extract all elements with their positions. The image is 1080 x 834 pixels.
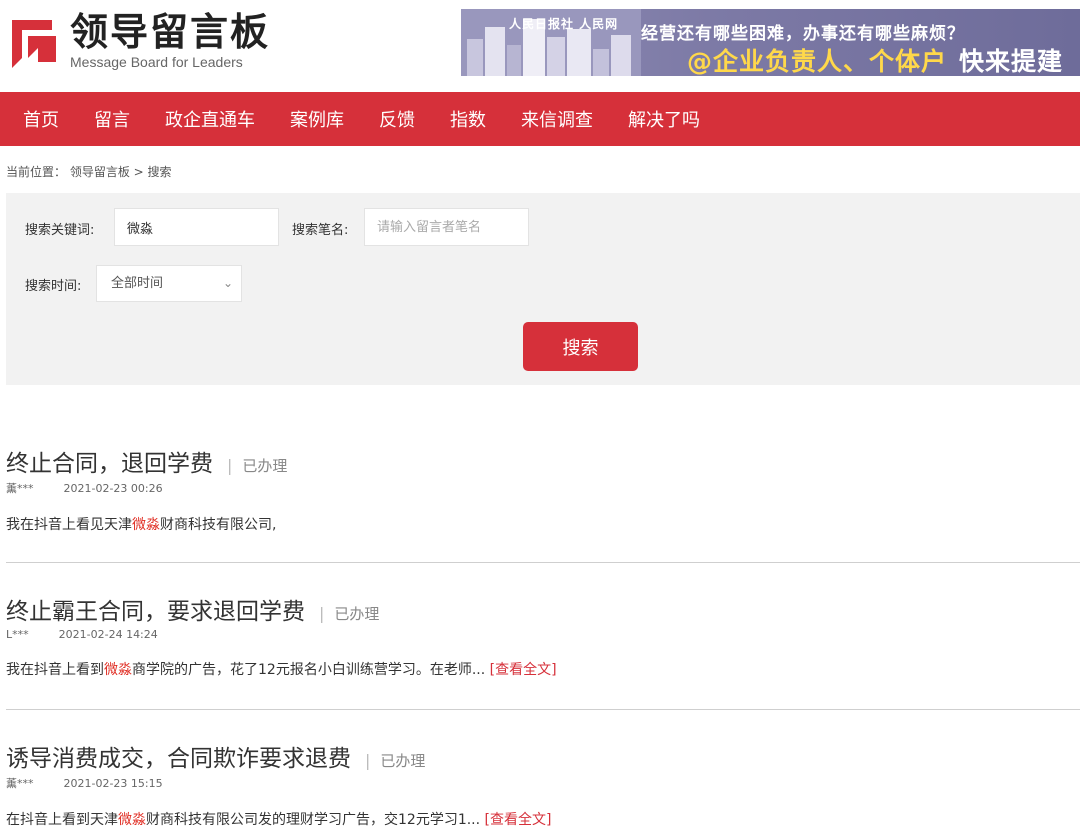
title-separator: | xyxy=(365,751,371,770)
excerpt-text: 在抖音上看到天津 xyxy=(6,812,118,828)
nav-item-survey[interactable]: 来信调查 xyxy=(521,106,593,132)
banner-cta: @企业负责人、个体户快来提建议 xyxy=(687,42,1080,76)
result-item: 终止霸王合同，要求退回学费 | 已办理 L*** 2021-02-24 14:24 我… xyxy=(6,592,1080,679)
site-logo[interactable]: 领导留言板 Message Board for Leaders xyxy=(8,12,270,70)
read-more-link[interactable]: [查看全文] xyxy=(485,812,552,828)
keyword-input[interactable] xyxy=(114,208,279,246)
result-item: 诱导消费成交，合同欺诈要求退费 | 已办理 薰*** 2021-02-23 15:15… xyxy=(6,739,1080,829)
result-title[interactable]: 终止霸王合同，要求退回学费 xyxy=(6,599,305,625)
result-title[interactable]: 终止合同，退回学费 xyxy=(6,451,213,477)
divider xyxy=(6,709,1080,710)
excerpt-text: 财商科技有限公司发的理财学习广告，交12元学习1... xyxy=(146,812,485,828)
read-more-link[interactable]: [查看全文] xyxy=(490,662,557,678)
nav-item-resolved[interactable]: 解决了吗 xyxy=(628,106,700,132)
time-label: 搜索时间: xyxy=(25,279,82,294)
title-separator: | xyxy=(227,456,233,475)
status-badge: 已办理 xyxy=(380,752,426,770)
keyword-highlight: 微淼 xyxy=(132,517,160,533)
logo-subtitle: Message Board for Leaders xyxy=(70,54,243,70)
logo-title: 领导留言板 xyxy=(70,10,271,54)
time-select[interactable]: 全部时间 ⌄ xyxy=(96,265,242,302)
chevron-down-icon: ⌄ xyxy=(222,276,233,290)
banner-cta-highlight: @企业负责人、个体户 xyxy=(687,47,948,76)
nav-item-messages[interactable]: 留言 xyxy=(94,106,130,132)
nav-item-gov-business[interactable]: 政企直通车 xyxy=(165,106,255,132)
search-button[interactable]: 搜索 xyxy=(523,322,638,371)
banner-publisher-logos: 人民日报社 人民网 xyxy=(509,17,619,31)
nav-item-feedback[interactable]: 反馈 xyxy=(379,106,415,132)
excerpt-text: 我在抖音上看见天津 xyxy=(6,517,132,533)
keyword-highlight: 微淼 xyxy=(118,812,146,828)
excerpt-text: 商学院的广告，花了12元报名小白训练营学习。在老师... xyxy=(132,662,490,678)
nav-item-index[interactable]: 指数 xyxy=(450,106,486,132)
result-title[interactable]: 诱导消费成交，合同欺诈要求退费 xyxy=(6,746,351,772)
search-panel: 搜索关键词: 搜索笔名: 搜索时间: 全部时间 ⌄ 搜索 xyxy=(6,193,1080,385)
site-header: 领导留言板 Message Board for Leaders 人民日报社 人民… xyxy=(0,0,1080,92)
status-badge: 已办理 xyxy=(242,457,288,475)
divider xyxy=(6,562,1080,563)
breadcrumb: 当前位置： 领导留言板 > 搜索 xyxy=(6,165,172,179)
result-author: 薰*** xyxy=(6,777,34,790)
banner-headline: 经营还有哪些困难，办事还有哪些麻烦？ xyxy=(641,24,965,44)
result-item: 终止合同，退回学费 | 已办理 薰*** 2021-02-23 00:26 我在抖音上… xyxy=(6,444,1080,534)
author-input[interactable] xyxy=(364,208,529,246)
logo-mark-icon xyxy=(8,14,60,68)
result-time: 2021-02-23 15:15 xyxy=(63,777,163,790)
result-time: 2021-02-24 14:24 xyxy=(58,628,158,641)
status-badge: 已办理 xyxy=(334,605,380,623)
author-label: 搜索笔名: xyxy=(292,223,349,238)
time-select-value: 全部时间 xyxy=(111,276,164,291)
title-separator: | xyxy=(319,604,325,623)
keyword-highlight: 微淼 xyxy=(104,662,132,678)
nav-item-case-library[interactable]: 案例库 xyxy=(290,106,344,132)
result-excerpt: 在抖音上看到天津微淼财商科技有限公司发的理财学习广告，交12元学习1... [查… xyxy=(6,809,1080,829)
result-time: 2021-02-23 00:26 xyxy=(63,482,163,495)
excerpt-text: 我在抖音上看到 xyxy=(6,662,104,678)
keyword-label: 搜索关键词: xyxy=(25,223,95,238)
promo-banner[interactable]: 人民日报社 人民网 经营还有哪些困难，办事还有哪些麻烦？ @企业负责人、个体户快… xyxy=(461,9,1080,76)
result-excerpt: 我在抖音上看见天津微淼财商科技有限公司, xyxy=(6,514,1080,534)
nav-item-home[interactable]: 首页 xyxy=(23,106,59,132)
excerpt-text: 财商科技有限公司, xyxy=(160,517,277,533)
result-excerpt: 我在抖音上看到微淼商学院的广告，花了12元报名小白训练营学习。在老师... [查… xyxy=(6,659,1080,679)
main-nav: 首页 留言 政企直通车 案例库 反馈 指数 来信调查 解决了吗 xyxy=(0,92,1080,146)
result-author: L*** xyxy=(6,628,29,641)
result-author: 薰*** xyxy=(6,482,34,495)
